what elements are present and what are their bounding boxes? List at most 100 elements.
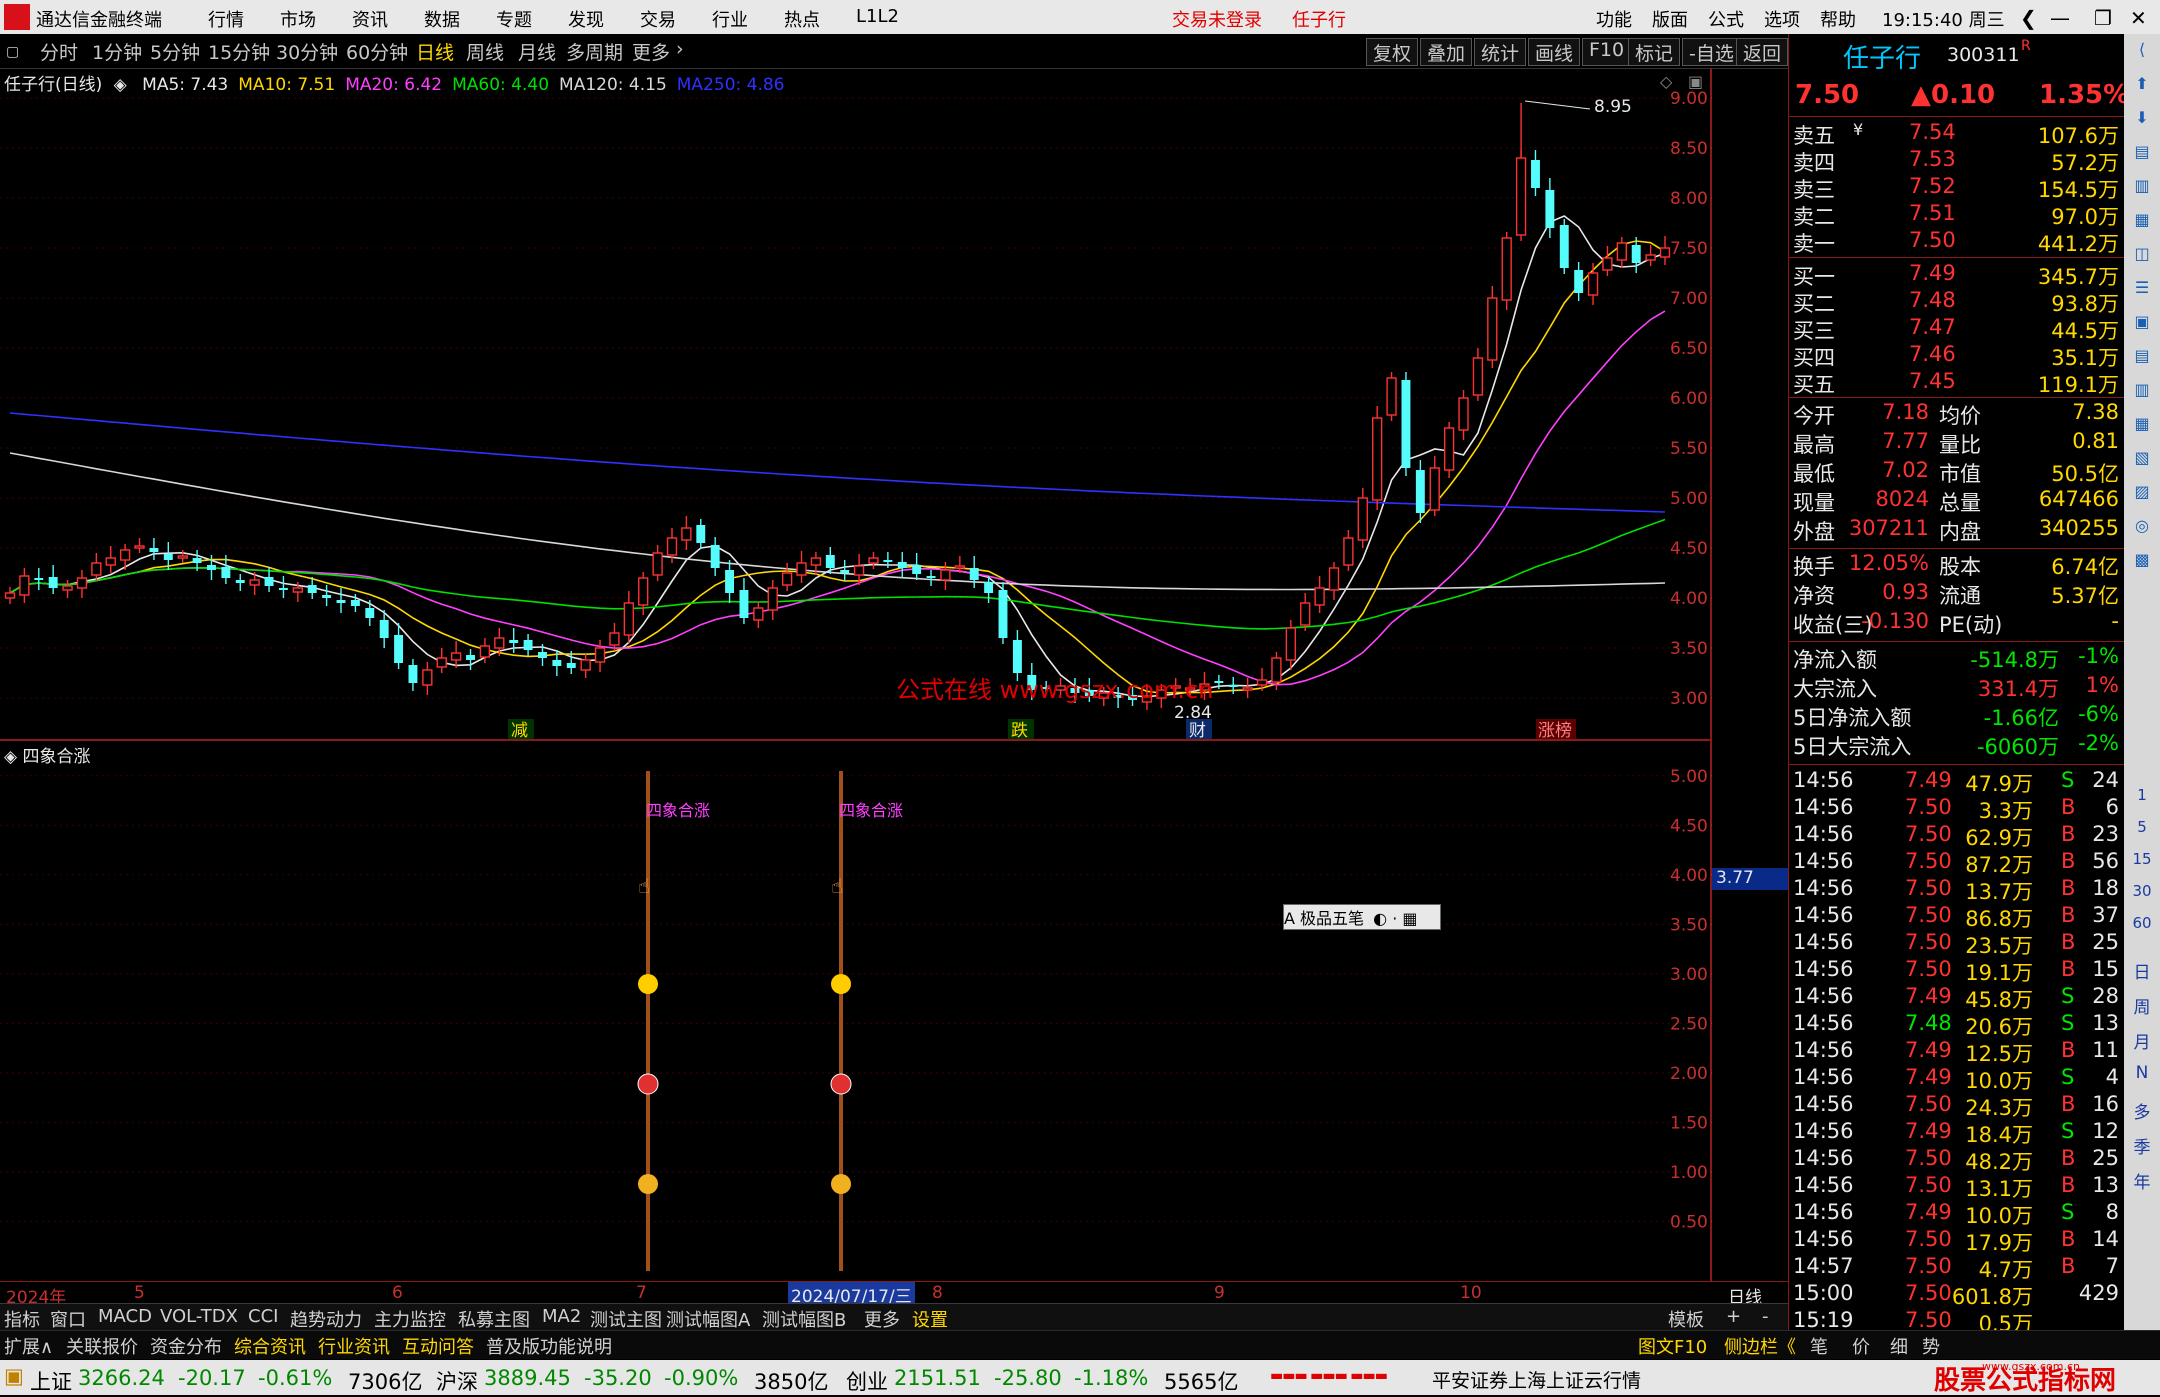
extension-tab[interactable]: 普及版功能说明 [486, 1333, 612, 1359]
sidebar-tool-icon[interactable]: ▥ [2130, 380, 2154, 404]
tool-button[interactable]: 画线 [1528, 38, 1581, 66]
period-tab-active[interactable]: 日线 [416, 38, 454, 65]
extension-tab[interactable]: 扩展∧ [4, 1333, 53, 1359]
sidebar-tool-icon[interactable]: ▤ [2130, 346, 2154, 370]
order-row[interactable]: 卖五 7.54 107.6万 [1789, 120, 2125, 148]
minute-period-button[interactable]: 1 [2130, 786, 2154, 810]
extension-tab[interactable]: 侧边栏《 [1724, 1333, 1796, 1359]
menu-item[interactable]: 行情 [208, 6, 244, 32]
extension-tab[interactable]: 综合资讯 [234, 1333, 306, 1359]
indicator-tab[interactable]: CCI [248, 1306, 278, 1327]
tool-button[interactable]: 复权 [1366, 38, 1419, 66]
extension-tab[interactable]: 行业资讯 [318, 1333, 390, 1359]
sidebar-tool-icon[interactable]: ▨ [2130, 482, 2154, 506]
extension-tab[interactable]: 势 [1922, 1333, 1940, 1359]
indicator-chart[interactable]: 5.00 4.50 4.00 3.50 3.00 2.50 2.00 1.50 1.00 0.50… [0, 741, 1712, 1281]
tool-button[interactable]: F10 [1582, 38, 1632, 66]
extension-tab[interactable]: 关联报价 [66, 1333, 138, 1359]
minimize-icon[interactable]: — [2050, 6, 2070, 30]
sidebar-tool-icon[interactable]: ▣ [2130, 312, 2154, 336]
close-icon[interactable]: ✕ [2130, 6, 2147, 30]
ime-toolbar[interactable]: A 极品五笔 ◐ · ▦ [1283, 904, 1441, 930]
sidebar-tool-icon[interactable]: ▧ [2130, 448, 2154, 472]
event-tag[interactable]: 跌 [1011, 721, 1028, 741]
period-tab[interactable]: 1分钟 [92, 38, 142, 65]
indicator-tab[interactable]: 设置 [912, 1306, 948, 1332]
dropdown-icon[interactable]: ◈ [4, 747, 17, 767]
menu-item[interactable]: 数据 [424, 6, 460, 32]
period-tab[interactable]: 月线 [518, 38, 556, 65]
order-row[interactable]: 买五 7.45 119.1万 [1789, 369, 2125, 397]
indicator-tab[interactable]: 主力监控 [374, 1306, 446, 1332]
menu-item[interactable]: 选项 [1764, 6, 1800, 32]
extension-tab[interactable]: 笔 [1810, 1333, 1828, 1359]
period-side-button[interactable]: N [2130, 1063, 2154, 1087]
candlestick-chart[interactable]: 9.00 8.50 8.00 7.50 7.00 6.50 6.00 5.50 5.00 4.50… [0, 68, 1712, 741]
index-item[interactable]: 创业 2151.51 -25.80 -1.18% 5565亿 [846, 1360, 1246, 1395]
period-tab[interactable]: 15分钟 [208, 38, 270, 65]
minute-period-button[interactable]: 5 [2130, 818, 2154, 842]
period-tab[interactable]: 多周期 [566, 38, 623, 65]
keyboard-icon[interactable]: ▦ [1402, 909, 1417, 928]
period-tab[interactable]: 更多 [632, 38, 670, 65]
menu-item[interactable]: 专题 [496, 6, 532, 32]
indicator-tab[interactable]: 测试主图 [590, 1306, 662, 1332]
sidebar-tool-icon[interactable]: ⬇ [2130, 108, 2154, 132]
period-side-button[interactable]: 日 [2130, 958, 2154, 983]
punct-icon[interactable]: · [1392, 909, 1397, 928]
period-tab[interactable]: 60分钟 [346, 38, 408, 65]
indicator-tab[interactable]: MACD [98, 1306, 152, 1327]
menu-item[interactable]: 发现 [568, 6, 604, 32]
dropdown-icon[interactable]: ◈ [114, 75, 127, 95]
period-tab[interactable]: 周线 [466, 38, 504, 65]
tool-button[interactable]: 叠加 [1420, 38, 1473, 66]
moon-icon[interactable]: ◐ [1373, 909, 1387, 928]
order-row[interactable]: 卖二 7.51 97.0万 [1789, 201, 2125, 229]
minute-period-button[interactable]: 15 [2130, 850, 2154, 874]
period-side-button[interactable]: 周 [2130, 993, 2154, 1018]
event-tag[interactable]: 财 [1189, 721, 1206, 741]
template-tab[interactable]: - [1762, 1306, 1769, 1327]
menu-item[interactable]: 公式 [1708, 6, 1744, 32]
sidebar-tool-icon[interactable]: ⬆ [2130, 74, 2154, 98]
restore-icon[interactable]: ❐ [2094, 6, 2112, 30]
index-item[interactable]: 上证 3266.24 -20.17 -0.61% 7306亿 [30, 1360, 430, 1395]
minute-period-button[interactable]: 30 [2130, 882, 2154, 906]
indicator-tab[interactable]: 更多 [864, 1306, 900, 1332]
login-status[interactable]: 交易未登录 [1172, 6, 1262, 32]
sidebar-tool-icon[interactable]: ▦ [2130, 210, 2154, 234]
menu-item[interactable]: 行业 [712, 6, 748, 32]
menu-item[interactable]: 资讯 [352, 6, 388, 32]
period-tab[interactable]: 5分钟 [150, 38, 200, 65]
order-row[interactable]: 卖三 7.52 154.5万 [1789, 174, 2125, 202]
tool-button[interactable]: 返回 [1736, 38, 1789, 66]
template-tab[interactable]: 模板 [1668, 1306, 1704, 1332]
menu-item[interactable]: 功能 [1596, 6, 1632, 32]
indicator-tab[interactable]: 指标 [4, 1306, 40, 1332]
sidebar-tool-icon[interactable]: ☰ [2130, 278, 2154, 302]
chevron-right-icon[interactable]: › [676, 38, 684, 60]
extension-tab[interactable]: 互动问答 [402, 1333, 474, 1359]
indicator-tab[interactable]: MA2 [542, 1306, 581, 1327]
collapse-icon[interactable]: ▢ [6, 44, 19, 60]
indicator-tab[interactable]: 测试幅图B [762, 1306, 846, 1332]
extension-tab[interactable]: 资金分布 [150, 1333, 222, 1359]
extension-tab[interactable]: 细 [1890, 1333, 1908, 1359]
template-tab[interactable]: + [1726, 1306, 1741, 1327]
sidebar-tool-icon[interactable]: ▤ [2130, 142, 2154, 166]
order-row[interactable]: 卖四 7.53 57.2万 [1789, 147, 2125, 175]
indicator-tab[interactable]: 测试幅图A [666, 1306, 750, 1332]
panel-toggle-icon[interactable]: ▣ [1688, 72, 1703, 91]
period-side-button[interactable]: 月 [2130, 1028, 2154, 1053]
event-tag[interactable]: 涨榜 [1538, 721, 1572, 741]
period-tab[interactable]: 分时 [40, 38, 78, 65]
sidebar-tool-icon[interactable]: ⟨ [2130, 40, 2154, 64]
period-tab[interactable]: 30分钟 [276, 38, 338, 65]
indicator-tab[interactable]: VOL-TDX [160, 1306, 238, 1327]
sidebar-tool-icon[interactable]: ▥ [2130, 176, 2154, 200]
order-row[interactable]: 买四 7.46 35.1万 [1789, 342, 2125, 370]
order-row[interactable]: 买二 7.48 93.8万 [1789, 288, 2125, 316]
order-row[interactable]: 买一 7.49 345.7万 [1789, 261, 2125, 289]
menu-item[interactable]: 交易 [640, 6, 676, 32]
minute-period-button[interactable]: 60 [2130, 914, 2154, 938]
